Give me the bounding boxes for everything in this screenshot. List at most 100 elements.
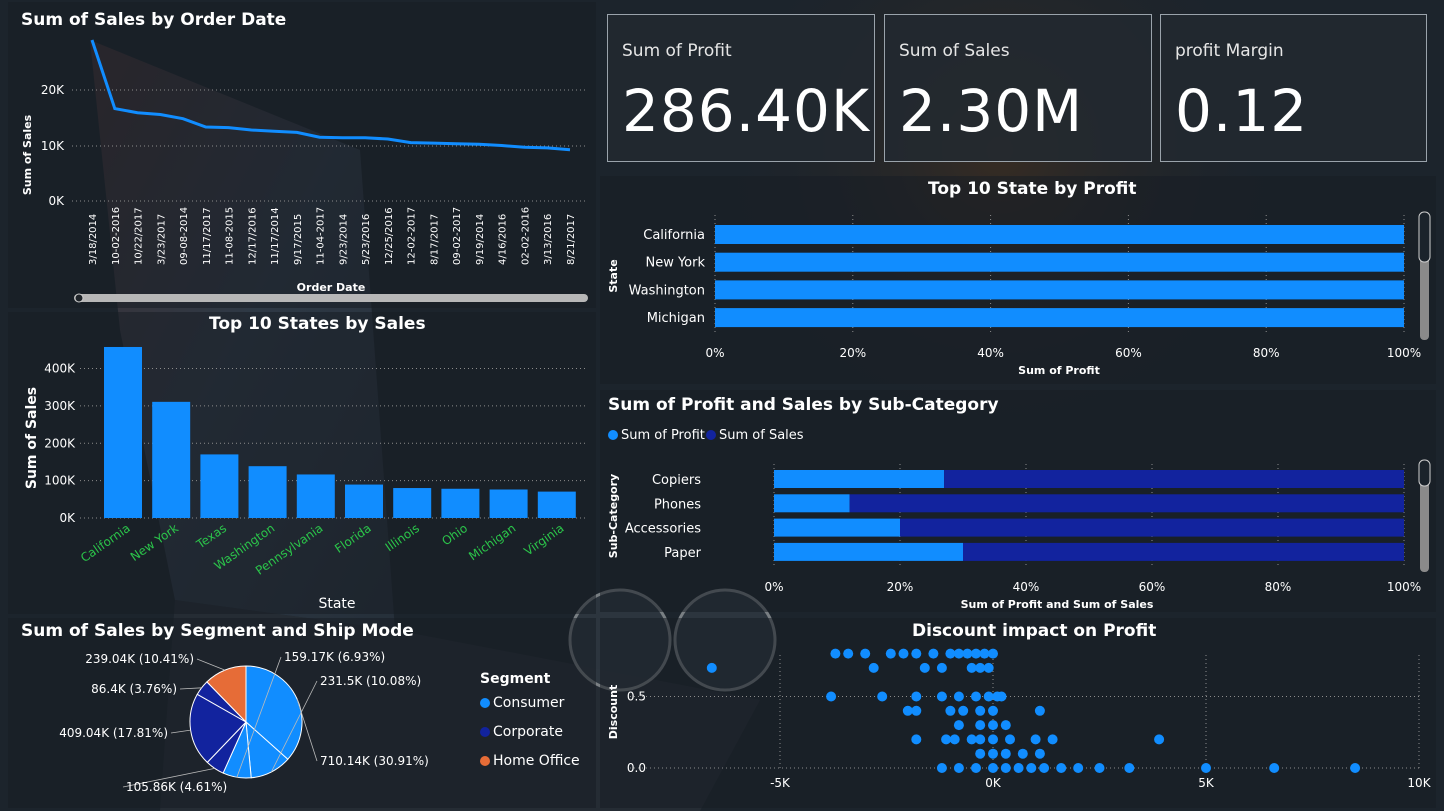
scatter-point[interactable] [1154, 734, 1165, 745]
scatter-point[interactable] [975, 705, 986, 716]
scatter-point[interactable] [949, 734, 960, 745]
sales-bar[interactable] [489, 489, 528, 518]
profit-bar[interactable] [715, 225, 1404, 244]
scatter-point[interactable] [1030, 734, 1041, 745]
subcat-sales-bar[interactable] [944, 470, 1404, 488]
scatter-point[interactable] [962, 648, 973, 659]
subcat-sales-bar[interactable] [963, 542, 1404, 561]
scatter-point[interactable] [1005, 734, 1015, 745]
scatter-point[interactable] [1039, 763, 1050, 773]
sales-bar[interactable] [248, 466, 287, 518]
scatter-point[interactable] [928, 648, 939, 659]
subcat-scrollbar-thumb[interactable] [1418, 459, 1431, 487]
scatter-point[interactable] [1013, 763, 1024, 773]
scatter-point[interactable] [936, 763, 947, 773]
sales-bar[interactable] [296, 474, 335, 518]
subcat-y-tick: Accessories [625, 522, 701, 537]
scatter-point[interactable] [706, 662, 717, 673]
scatter-point[interactable] [1056, 763, 1067, 773]
line-x-tick: 3/23/2017 [156, 214, 167, 265]
scatter-point[interactable] [975, 748, 986, 759]
profit-x-tick: 20% [839, 346, 866, 360]
sales-bar[interactable] [393, 488, 432, 518]
line-scrollbar[interactable] [74, 294, 588, 302]
scatter-point[interactable] [953, 763, 964, 773]
subcat-sales-bar[interactable] [849, 494, 1404, 513]
scatter-point[interactable] [911, 734, 922, 745]
scatter-point[interactable] [1000, 720, 1011, 731]
scatter-point[interactable] [988, 705, 998, 716]
profit-bar[interactable] [715, 252, 1404, 272]
scatter-point[interactable] [1201, 763, 1211, 773]
scatter-point[interactable] [1000, 748, 1011, 759]
scatter-point[interactable] [958, 705, 969, 716]
line-scrollbar-handle[interactable] [74, 293, 84, 303]
scatter-point[interactable] [1034, 748, 1045, 759]
scatter-point[interactable] [988, 720, 998, 731]
scatter-point[interactable] [898, 648, 909, 659]
scatter-point[interactable] [953, 720, 964, 731]
pie-legend-consumer[interactable]: Consumer [480, 695, 564, 711]
subcat-profit-bar[interactable] [774, 494, 850, 513]
profit-y-tick: Michigan [647, 311, 705, 326]
scatter-point[interactable] [902, 705, 913, 716]
scatter-point[interactable] [911, 648, 922, 659]
subcat-legend-sales[interactable]: Sum of Sales [706, 428, 804, 443]
scatter-point[interactable] [868, 662, 879, 673]
scatter-point[interactable] [945, 705, 956, 716]
sales-bar[interactable] [152, 401, 191, 518]
subcat-legend-profit[interactable]: Sum of Profit [608, 428, 705, 443]
pie-legend-home-office[interactable]: Home Office [480, 753, 580, 769]
profit-bar[interactable] [715, 280, 1404, 300]
sales-bar[interactable] [345, 484, 383, 518]
subcat-profit-bar[interactable] [774, 470, 945, 488]
scatter-point[interactable] [936, 662, 947, 673]
scatter-point[interactable] [1350, 763, 1361, 773]
scatter-point[interactable] [885, 648, 896, 659]
scatter-point[interactable] [988, 763, 998, 773]
scatter-point[interactable] [860, 648, 871, 659]
scatter-point[interactable] [1000, 763, 1011, 773]
line-chart: 3/18/2014 10-02-2016 10/22/2017 3/23/2017 09… [88, 39, 577, 265]
scatter-point[interactable] [936, 691, 947, 702]
sales-bar[interactable] [200, 454, 239, 518]
subcat-profit-bar[interactable] [774, 542, 963, 561]
scatter-point[interactable] [1124, 763, 1135, 773]
scatter-point[interactable] [830, 648, 841, 659]
sales-bar[interactable] [537, 491, 576, 518]
scatter-point[interactable] [1073, 763, 1084, 773]
profit-bar[interactable] [715, 308, 1404, 328]
scatter-point[interactable] [988, 648, 998, 659]
line-x-tick: 11/17/2017 [202, 207, 213, 265]
scatter-point[interactable] [988, 748, 998, 759]
scatter-point[interactable] [996, 691, 1007, 702]
pie-legend-corporate[interactable]: Corporate [480, 724, 563, 740]
scatter-point[interactable] [1094, 763, 1105, 773]
scatter-point[interactable] [971, 691, 981, 702]
scatter-point[interactable] [983, 691, 994, 702]
sales-bar[interactable] [104, 346, 142, 518]
scatter-point[interactable] [975, 720, 986, 731]
scatter-point[interactable] [941, 734, 952, 745]
scatter-point[interactable] [953, 691, 964, 702]
scatter-point[interactable] [826, 691, 837, 702]
profit-scrollbar-thumb[interactable] [1418, 211, 1431, 263]
scatter-point[interactable] [1017, 748, 1028, 759]
scatter-point[interactable] [971, 763, 981, 773]
subcat-sales-bar[interactable] [900, 518, 1404, 537]
scatter-point[interactable] [966, 734, 977, 745]
scatter-point[interactable] [843, 648, 854, 659]
scatter-point[interactable] [911, 691, 922, 702]
scatter-point[interactable] [983, 662, 994, 673]
subcat-profit-bar[interactable] [774, 518, 900, 537]
scatter-point[interactable] [877, 691, 888, 702]
scatter-point[interactable] [1269, 763, 1280, 773]
profit-x-tick: 0% [705, 346, 724, 360]
scatter-point[interactable] [919, 662, 930, 673]
scatter-point[interactable] [1047, 734, 1058, 745]
sales-bar[interactable] [441, 488, 480, 518]
scatter-point[interactable] [1034, 705, 1045, 716]
subcat-x-tick: 0% [764, 580, 783, 594]
scatter-point[interactable] [1026, 763, 1037, 773]
scatter-point[interactable] [988, 734, 998, 745]
